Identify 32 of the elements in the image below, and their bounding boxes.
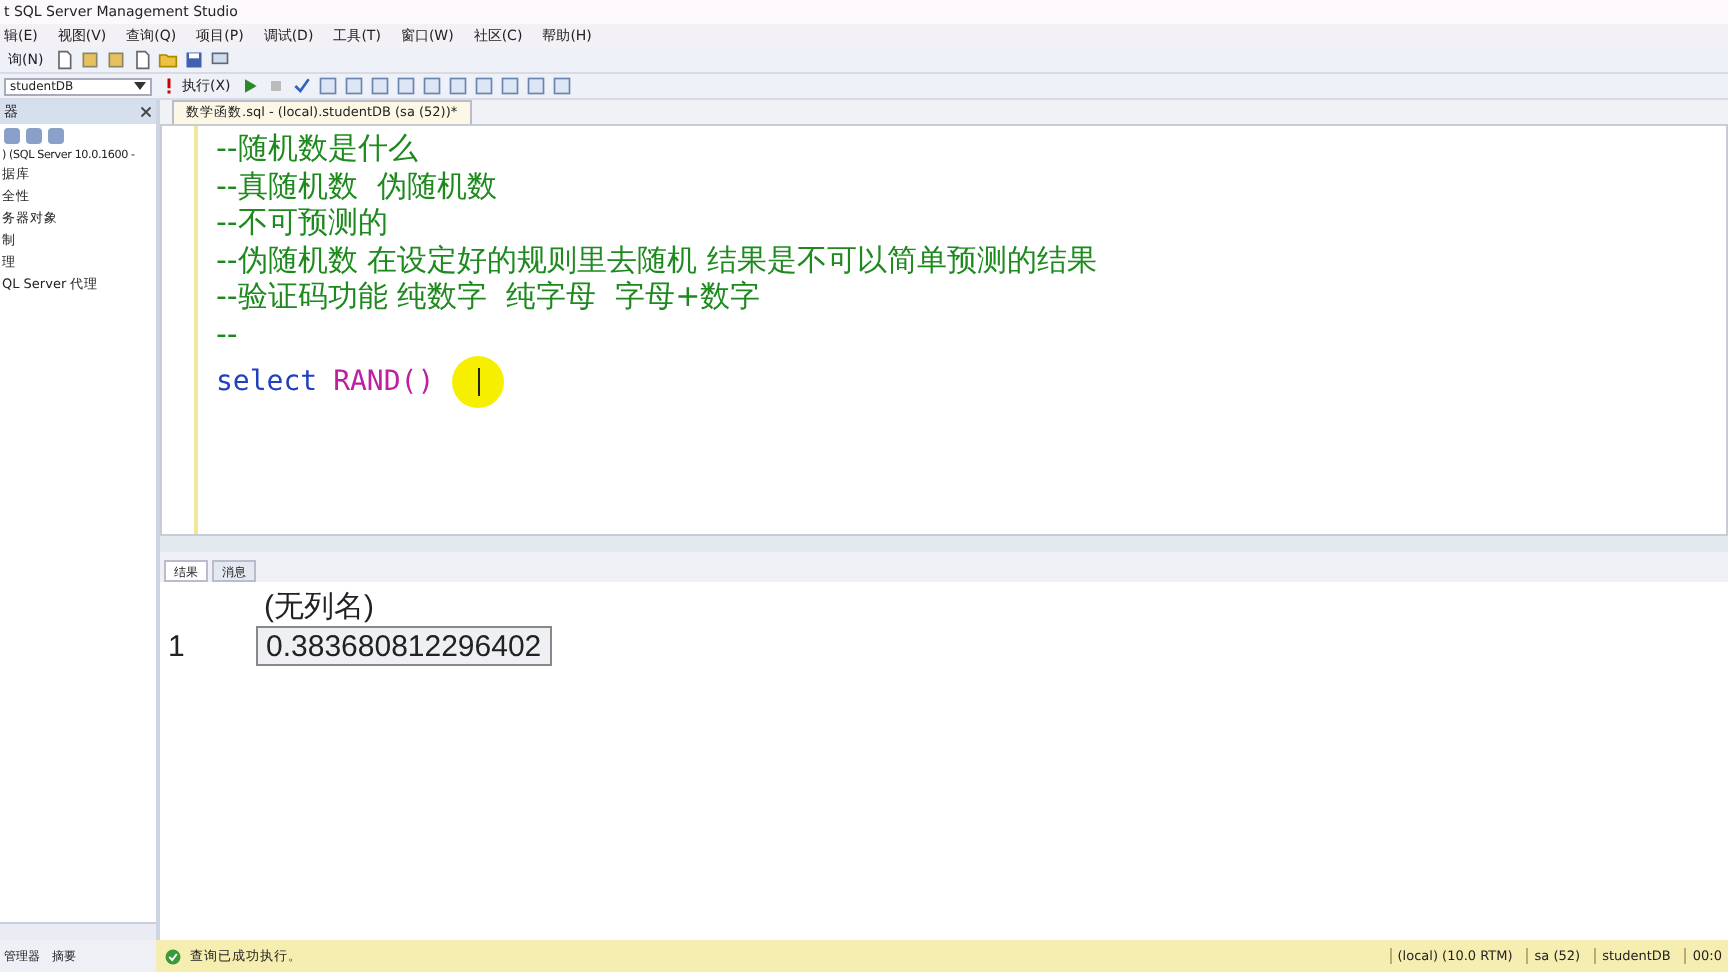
save-icon[interactable] [183, 50, 204, 70]
grid-icon[interactable] [344, 76, 365, 96]
grid-icon[interactable] [318, 76, 339, 96]
row-number: 1 [166, 629, 187, 663]
grid-icon[interactable] [396, 76, 417, 96]
grid-icon[interactable] [422, 76, 443, 96]
column-header: (无列名) [262, 587, 374, 625]
grid-icon[interactable] [474, 76, 495, 96]
code-comment: --验证码功能 纯数字 纯字母 字母+数字 [216, 278, 763, 315]
dropdown-caret-icon [134, 82, 146, 90]
database-icon[interactable] [79, 50, 100, 70]
success-icon [164, 947, 182, 965]
grid-icon[interactable] [500, 76, 521, 96]
code-comment: --真随机数 伪随机数 [216, 167, 499, 204]
grid-icon[interactable] [370, 76, 391, 96]
database-icon[interactable] [105, 50, 126, 70]
code-comment: -- [216, 315, 240, 352]
table-cell[interactable]: 0.383680812296402 [256, 626, 552, 666]
code-comment: --伪随机数 在设定好的规则里去随机 结果是不可以简单预测的结果 [216, 241, 1097, 278]
code-comment: --不可预测的 [216, 204, 390, 241]
code-keyword: select [216, 363, 318, 401]
grid-icon[interactable] [552, 76, 573, 96]
grid-icon[interactable] [448, 76, 469, 96]
monitor-icon[interactable] [209, 50, 230, 70]
grid-icon[interactable] [526, 76, 547, 96]
code-function: RAND() [333, 363, 435, 401]
close-icon[interactable] [140, 106, 152, 118]
check-icon[interactable] [292, 76, 313, 96]
code-comment: --随机数是什么 [216, 130, 420, 167]
exclamation-icon[interactable] [166, 78, 172, 94]
horizontal-scrollbar[interactable] [160, 536, 1728, 552]
horizontal-scrollbar[interactable] [0, 922, 156, 940]
